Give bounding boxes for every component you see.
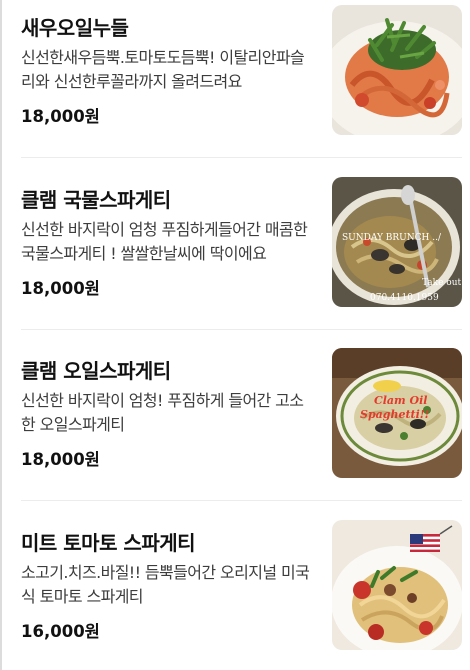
menu-item-price: 18,000원 [21, 107, 100, 126]
divider [21, 329, 462, 330]
menu-item-description: 소고기.치즈.바질!! 듬뿍들어간 오리지널 미국식 토마토 스파게티 [21, 563, 310, 606]
meat-tomato-spaghetti-photo[interactable] [332, 520, 462, 650]
phone-caption: 070.4110.1959 [370, 293, 439, 303]
menu-item-description: 신선한새우듬뿍.토마토도듬뿍! 이탈리안파슬리와 신선한루꼴라까지 올려드려요 [21, 48, 305, 91]
divider [21, 500, 462, 501]
menu-item-description: 신선한 바지락이 엄청! 푸짐하게 들어간 고소한 오일스파게티 [21, 391, 304, 434]
menu-item-name: 새우오일누들 [21, 16, 129, 40]
clam-oil-spaghetti-photo[interactable]: Clam Oil Spaghetti!! [332, 348, 462, 478]
menu-item-price: 16,000원 [21, 622, 100, 641]
menu-item[interactable]: 새우오일누들 신선한새우듬뿍.토마토도듬뿍! 이탈리안파슬리와 신선한루꼴라까지… [21, 0, 462, 150]
left-border [0, 0, 2, 670]
clam-oil-caption: Clam Oil [374, 394, 427, 407]
sunday-brunch-caption: SUNDAY BRUNCH ../ [342, 233, 442, 243]
menu-item-price: 18,000원 [21, 450, 100, 469]
menu-item-name: 미트 토마토 스파게티 [21, 531, 196, 555]
divider [21, 157, 462, 158]
menu-item-name: 클램 국물스파게티 [21, 188, 171, 212]
menu-item[interactable]: 클램 국물스파게티 신선한 바지락이 엄청 푸짐하게들어간 매콤한 국물스파게티… [21, 172, 462, 322]
menu-item-name: 클램 오일스파게티 [21, 359, 171, 383]
shrimp-oil-noodle-photo[interactable] [332, 5, 462, 135]
clam-soup-spaghetti-photo[interactable]: SUNDAY BRUNCH ../ Take out 070.4110.1959 [332, 177, 462, 307]
spaghetti-caption: Spaghetti!! [360, 408, 430, 421]
menu-item-description: 신선한 바지락이 엄청 푸짐하게들어간 매콤한 국물스파게티 ! 쌀쌀한날씨에 … [21, 220, 308, 263]
menu-item[interactable]: 클램 오일스파게티 신선한 바지락이 엄청! 푸짐하게 들어간 고소한 오일스파… [21, 343, 462, 493]
menu-item-price: 18,000원 [21, 279, 100, 298]
take-out-caption: Take out [422, 278, 462, 288]
menu-item[interactable]: 미트 토마토 스파게티 소고기.치즈.바질!! 듬뿍들어간 오리지널 미국식 토… [21, 515, 462, 665]
